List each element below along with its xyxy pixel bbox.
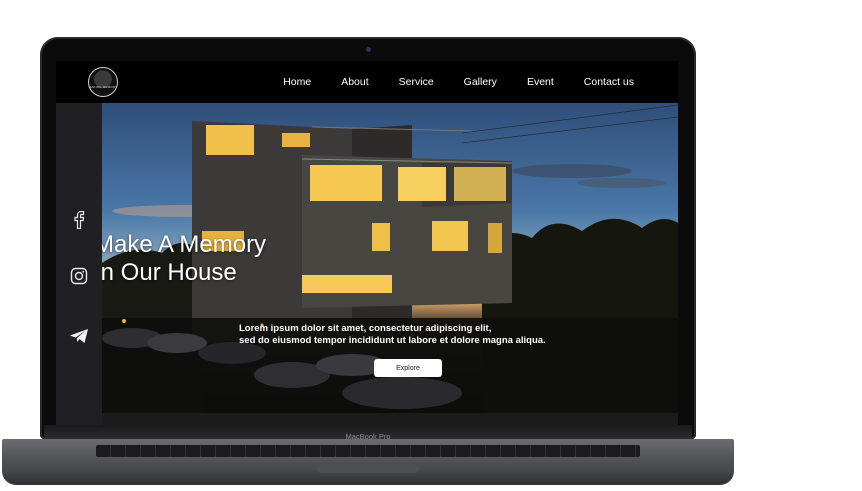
hero-title-line2: In Our House <box>102 259 237 286</box>
hero-title: Make A Memory In Our House <box>102 231 266 287</box>
nav-link-home[interactable]: Home <box>283 76 311 88</box>
hero-description-line1: Lorem ipsum dolor sit amet, consectetur … <box>239 323 492 334</box>
nav-links: Home About Service Gallery Event Contact… <box>283 61 634 103</box>
hero-description-line2: sed do eiusmod tempor incididunt ut labo… <box>239 334 546 346</box>
hero-description: Lorem ipsum dolor sit amet, consectetur … <box>239 323 659 346</box>
facebook-icon[interactable] <box>68 209 90 231</box>
laptop-keyboard <box>96 445 640 457</box>
nav-link-about[interactable]: About <box>341 76 368 88</box>
instagram-icon[interactable] <box>68 265 90 287</box>
nav-link-contact[interactable]: Contact us <box>584 76 634 88</box>
laptop-trackpad-notch <box>316 465 420 473</box>
nav-link-gallery[interactable]: Gallery <box>464 76 497 88</box>
laptop-lid: MAKING MEMORY Home About Service Gallery… <box>40 37 696 439</box>
nav-link-event[interactable]: Event <box>527 76 554 88</box>
laptop-screen: MAKING MEMORY Home About Service Gallery… <box>56 61 678 429</box>
social-sidebar <box>56 103 102 429</box>
hero-section: Make A Memory In Our House Lorem ipsum do… <box>102 103 678 413</box>
nav-link-service[interactable]: Service <box>399 76 434 88</box>
laptop-base <box>2 439 734 485</box>
camera <box>366 47 371 52</box>
hero-title-line1: Make A Memory <box>102 231 267 258</box>
logo-text: MAKING MEMORY <box>88 85 118 89</box>
site-logo[interactable]: MAKING MEMORY <box>88 67 118 97</box>
telegram-icon[interactable] <box>68 325 90 347</box>
top-navigation: MAKING MEMORY Home About Service Gallery… <box>56 61 678 103</box>
explore-button[interactable]: Explore <box>374 359 442 377</box>
